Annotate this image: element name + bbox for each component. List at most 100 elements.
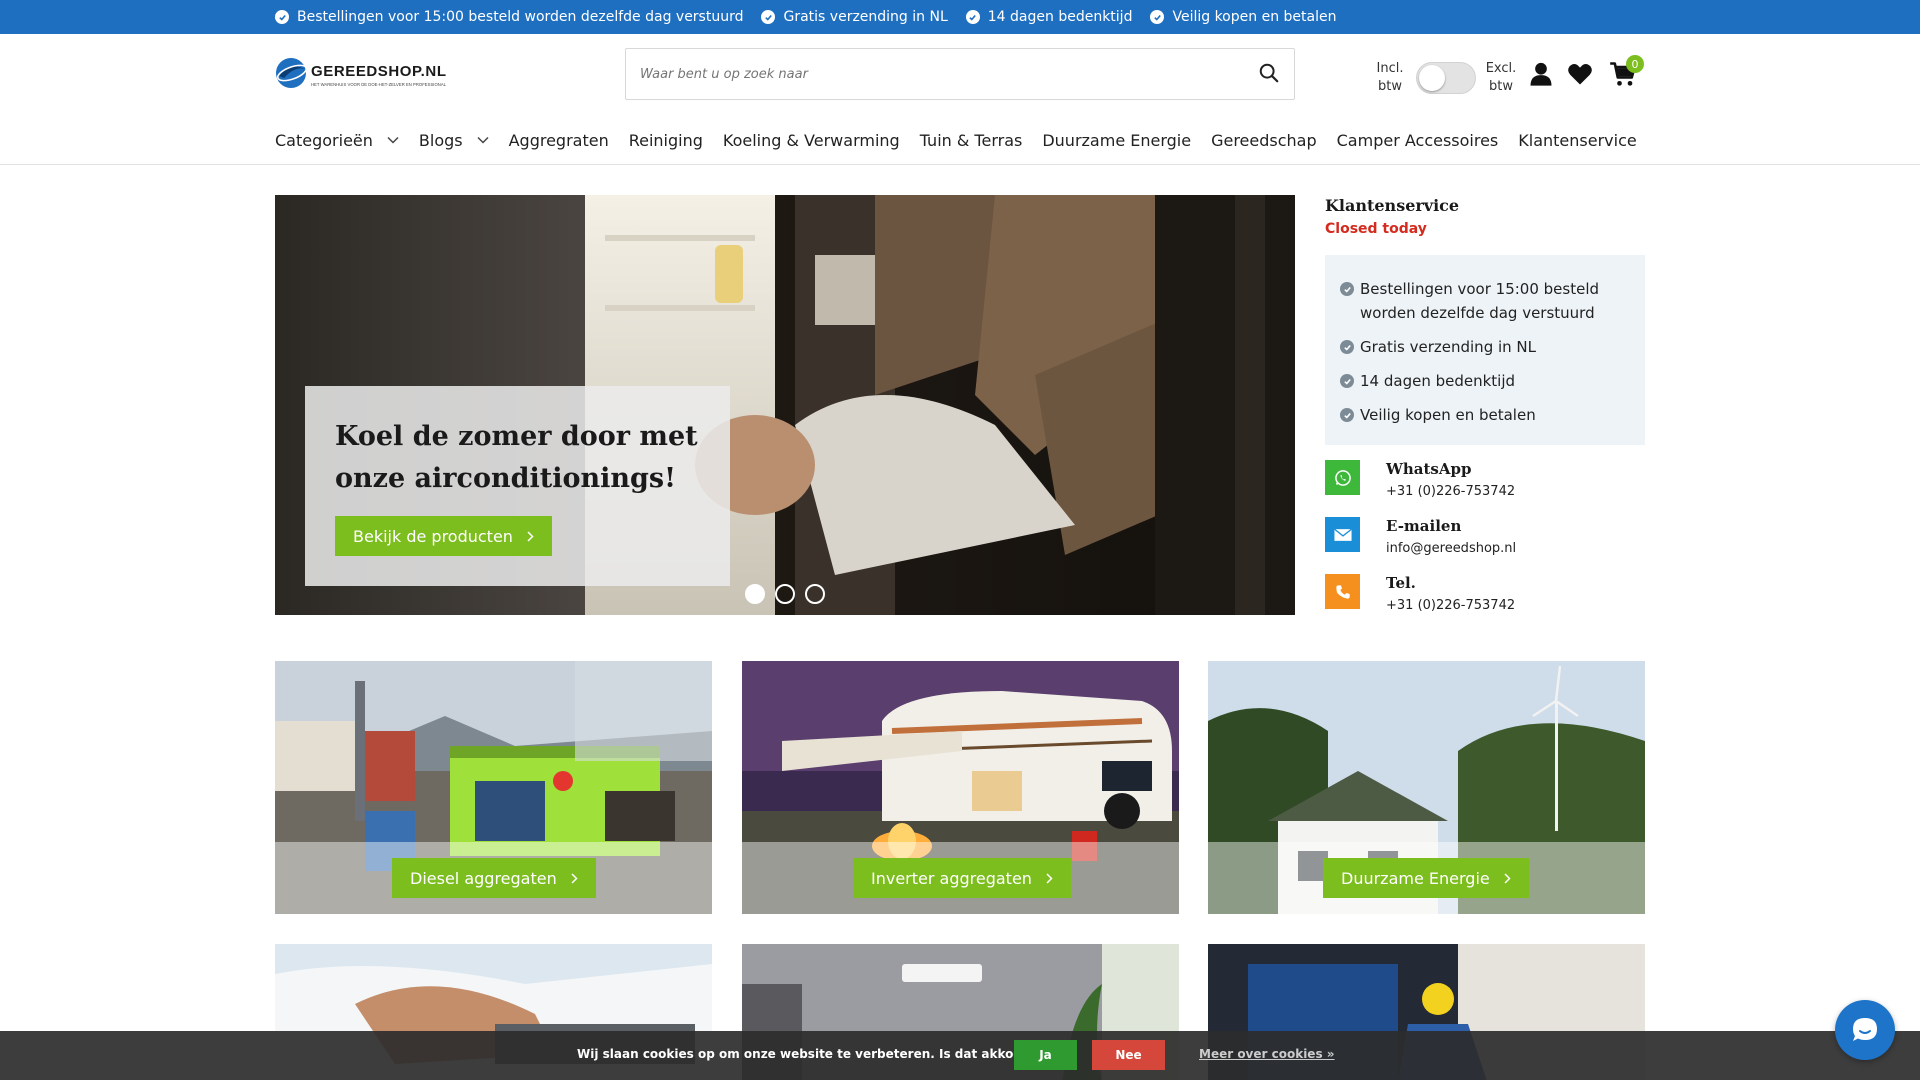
slider-dots [745,584,825,604]
opening-status: Closed today [1325,221,1427,237]
sidebar-usp-label: Bestellingen voor 15:00 besteld worden d… [1360,280,1600,322]
nav-item-gereedschap[interactable]: Gereedschap [1211,131,1317,150]
cookie-decline-button[interactable]: Nee [1092,1040,1165,1070]
usp-item: 14 dagen bedenktijd [965,9,1133,25]
category-button-label: Inverter aggregaten [871,868,1032,888]
usp-item: Bestellingen voor 15:00 besteld worden d… [275,9,743,25]
chevron-right-icon [571,872,578,884]
category-button-label: Duurzame Energie [1341,868,1490,888]
usp-topbar: Bestellingen voor 15:00 besteld worden d… [0,0,1920,34]
phone-icon [1325,574,1360,609]
hero-title: Koel de zomer door met onze aircondition… [335,421,698,494]
search-input[interactable] [640,49,1240,99]
cookie-consent-bar: Wij slaan cookies op om onze website te … [0,1031,1920,1080]
usp-label: Gratis verzending in NL [783,9,948,25]
nav-item-label: Duurzame Energie [1042,130,1192,150]
category-button[interactable]: Inverter aggregaten [853,858,1071,898]
nav-item-label: Gereedschap [1211,130,1317,150]
chat-bubble-icon [1853,1018,1877,1041]
check-icon [1340,340,1354,354]
chevron-right-icon [1504,872,1511,884]
usp-label: 14 dagen bedenktijd [987,9,1133,25]
nav-item-tuin-terras[interactable]: Tuin & Terras [920,131,1023,150]
sidebar-usp-item: 14 dagen bedenktijd [1340,369,1630,393]
check-icon [1340,408,1354,422]
chevron-right-icon [1046,872,1053,884]
nav-item-label: Klantenservice [1518,130,1637,150]
nav-item-label: Koeling & Verwarming [722,130,900,150]
chat-launcher-button[interactable] [1835,1000,1895,1060]
slider-dot[interactable] [745,584,765,604]
nav-item-categorieen[interactable]: Categorieën [275,131,399,150]
nav-item-label: Blogs [418,130,463,150]
contact-value[interactable]: +31 (0)226-753742 [1386,598,1515,613]
nav-divider [0,164,1920,165]
search-bar [625,48,1295,100]
contact-whatsapp[interactable]: WhatsApp +31 (0)226-753742 [1325,460,1645,510]
check-icon [1150,10,1165,24]
vat-excl-line: Excl. [1485,61,1517,76]
sidebar-usp-item: Gratis verzending in NL [1340,335,1630,359]
vat-toggle[interactable] [1416,62,1476,94]
nav-item-reiniging[interactable]: Reiniging [629,131,703,150]
vat-incl-line: btw [1378,79,1402,94]
toggle-knob [1419,65,1445,91]
category-tile-diesel[interactable]: Diesel aggregaten [275,661,712,914]
wishlist-heart-icon[interactable] [1566,60,1594,88]
nav-item-camper-accessoires[interactable]: Camper Accessoires [1337,131,1499,150]
site-logo[interactable]: GEREEDSHOP.NL HET WARENHUIS VOOR DE DOE-… [275,56,450,90]
usp-label: Veilig kopen en betalen [1172,9,1337,25]
sidebar-usp-label: Gratis verzending in NL [1360,338,1537,356]
nav-item-label: Reiniging [628,130,703,150]
search-icon[interactable] [1258,62,1282,86]
hero-cta-label: Bekijk de producten [353,526,513,546]
usp-list: Bestellingen voor 15:00 besteld worden d… [275,0,1336,34]
contact-value[interactable]: info@gereedshop.nl [1386,541,1516,556]
contact-label: E-mailen [1386,517,1462,535]
cookie-message: Wij slaan cookies op om onze website te … [577,1047,1044,1061]
chevron-down-icon [477,136,489,144]
cookie-accept-button[interactable]: Ja [1014,1040,1077,1070]
check-icon [761,10,776,24]
nav-item-klantenservice[interactable]: Klantenservice [1518,131,1636,150]
mail-icon [1325,517,1360,552]
contact-phone[interactable]: Tel. +31 (0)226-753742 [1325,574,1645,624]
nav-item-blogs[interactable]: Blogs [419,131,489,150]
nav-item-label: Tuin & Terras [919,130,1023,150]
category-button[interactable]: Diesel aggregaten [392,858,596,898]
slider-dot[interactable] [805,584,825,604]
category-tile-inverter[interactable]: Inverter aggregaten [742,661,1179,914]
check-icon [275,10,289,24]
check-icon [1340,282,1354,296]
sidebar-usp-label: 14 dagen bedenktijd [1360,372,1516,390]
nav-item-label: Camper Accessoires [1336,130,1499,150]
nav-item-label: Aggregraten [508,130,609,150]
hero-cta-button[interactable]: Bekijk de producten [335,516,552,556]
category-tile-duurzame-energie[interactable]: Duurzame Energie [1208,661,1645,914]
contact-value[interactable]: +31 (0)226-753742 [1386,484,1515,499]
sidebar-usp-box: Bestellingen voor 15:00 besteld worden d… [1325,255,1645,445]
category-button[interactable]: Duurzame Energie [1323,858,1529,898]
sidebar-usp-label: Veilig kopen en betalen [1360,406,1536,424]
svg-text:GEREEDSHOP.NL: GEREEDSHOP.NL [311,63,446,80]
usp-item: Gratis verzending in NL [761,9,948,25]
nav-item-label: Categorieën [275,130,373,150]
contact-email[interactable]: E-mailen info@gereedshop.nl [1325,517,1645,567]
check-icon [965,10,980,24]
nav-item-duurzame-energie[interactable]: Duurzame Energie [1042,131,1191,150]
sidebar-usp-item: Bestellingen voor 15:00 besteld worden d… [1340,277,1630,325]
svg-text:HET WARENHUIS VOOR DE DOE-HET-: HET WARENHUIS VOOR DE DOE-HET-ZELVER EN … [311,82,447,87]
vat-excl-label[interactable]: Excl. btw [1483,60,1519,96]
hero-slider[interactable]: Koel de zomer door met onze aircondition… [275,195,1295,615]
nav-item-aggregraten[interactable]: Aggregraten [509,131,609,150]
cookie-more-link[interactable]: Meer over cookies » [1199,1047,1335,1061]
nav-item-koeling-verwarming[interactable]: Koeling & Verwarming [723,131,900,150]
customer-service-title: Klantenservice [1325,196,1460,215]
contact-label: Tel. [1386,574,1416,592]
category-button-label: Diesel aggregaten [410,868,557,888]
account-icon[interactable] [1527,60,1555,88]
usp-item: Veilig kopen en betalen [1150,9,1336,25]
vat-incl-label[interactable]: Incl. btw [1372,60,1408,96]
slider-dot[interactable] [775,584,795,604]
whatsapp-icon [1325,460,1360,495]
